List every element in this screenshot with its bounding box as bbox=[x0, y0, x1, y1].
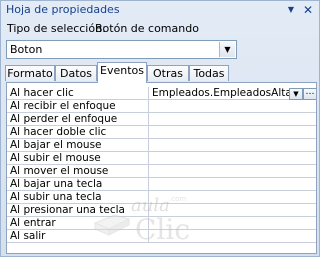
property-name: Al bajar el mouse bbox=[10, 139, 102, 151]
property-row[interactable]: Al bajar el mouse bbox=[7, 139, 316, 152]
tab-todas[interactable]: Todas bbox=[189, 65, 229, 81]
property-value-text: Empleados.EmpleadosAlta bbox=[152, 87, 292, 99]
property-row[interactable]: Al recibir el enfoque bbox=[7, 100, 316, 113]
property-value[interactable] bbox=[148, 165, 316, 177]
aulaclic-watermark-logo: aula .com Clic bbox=[93, 195, 190, 246]
selection-type-value: Botón de comando bbox=[95, 22, 199, 35]
property-row[interactable]: Al perder el enfoque bbox=[7, 113, 316, 126]
tab-label: Eventos bbox=[100, 64, 144, 77]
property-row[interactable]: Al hacer doble clic bbox=[7, 126, 316, 139]
watermark-word: Clic bbox=[135, 213, 190, 246]
property-name: Al recibir el enfoque bbox=[10, 100, 116, 112]
chevron-down-icon[interactable]: ▼ bbox=[285, 3, 297, 17]
tab-datos[interactable]: Datos bbox=[55, 65, 97, 81]
tab-label: Datos bbox=[60, 67, 92, 80]
close-icon[interactable]: ✕ bbox=[301, 3, 315, 17]
tab-eventos[interactable]: Eventos bbox=[97, 62, 147, 83]
object-selector[interactable]: Boton ▼ bbox=[6, 40, 237, 59]
property-row[interactable]: Al subir el mouse bbox=[7, 152, 316, 165]
property-value[interactable] bbox=[148, 152, 316, 164]
property-name: Al perder el enfoque bbox=[10, 113, 118, 125]
property-row[interactable]: Al mover el mouse bbox=[7, 165, 316, 178]
property-row[interactable]: Al hacer clic Empleados.EmpleadosAlta ▼ … bbox=[7, 87, 316, 100]
property-sheet-pane: Hoja de propiedades ▼ ✕ Tipo de selecció… bbox=[0, 0, 320, 257]
tab-label: Todas bbox=[193, 67, 225, 80]
tab-label: Otras bbox=[153, 67, 183, 80]
watermark-domain: .com bbox=[169, 195, 186, 203]
property-name: Al hacer clic bbox=[10, 87, 74, 99]
property-name: Al mover el mouse bbox=[10, 165, 109, 177]
chevron-down-icon[interactable]: ▼ bbox=[219, 42, 235, 57]
property-name: Al hacer doble clic bbox=[10, 126, 107, 138]
tab-formato[interactable]: Formato bbox=[5, 65, 55, 81]
property-value[interactable] bbox=[148, 100, 316, 112]
pane-title: Hoja de propiedades bbox=[6, 3, 120, 16]
property-value[interactable] bbox=[148, 126, 316, 138]
property-name: Al subir el mouse bbox=[10, 152, 101, 164]
object-selector-value: Boton bbox=[10, 43, 43, 56]
selection-type-label: Tipo de selección: bbox=[7, 22, 106, 35]
tab-label: Formato bbox=[7, 67, 53, 80]
property-value[interactable]: Empleados.EmpleadosAlta ▼ … bbox=[148, 87, 316, 100]
cursor-mouse-icon bbox=[93, 214, 131, 236]
tab-otras[interactable]: Otras bbox=[147, 65, 189, 81]
property-value[interactable] bbox=[148, 139, 316, 151]
chevron-down-icon[interactable]: ▼ bbox=[289, 88, 303, 100]
title-bar: Hoja de propiedades ▼ ✕ bbox=[1, 1, 319, 19]
property-value[interactable] bbox=[148, 113, 316, 125]
builder-ellipsis-icon[interactable]: … bbox=[303, 88, 316, 100]
